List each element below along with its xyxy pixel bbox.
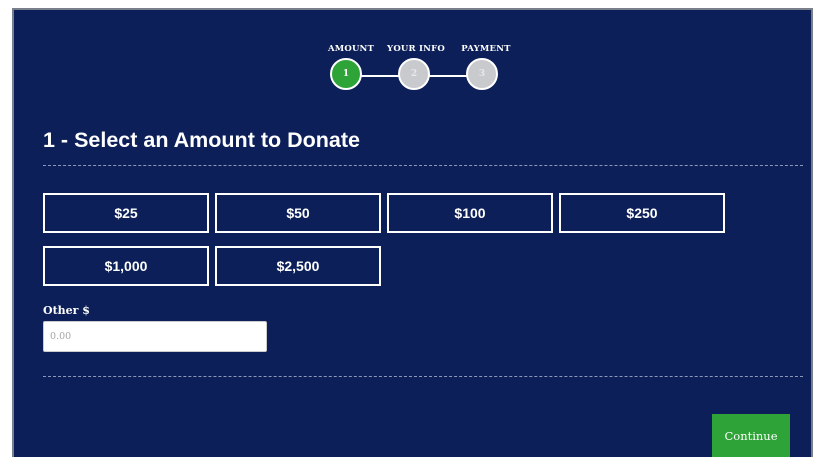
amount-button-50[interactable]: $50 xyxy=(215,193,381,233)
other-amount-input[interactable] xyxy=(43,321,267,352)
continue-button[interactable]: Continue xyxy=(712,414,790,457)
amount-button-2500[interactable]: $2,500 xyxy=(215,246,381,286)
step-circle-payment: 3 xyxy=(466,58,498,90)
step-label-amount: AMOUNT xyxy=(327,44,375,54)
amount-button-250[interactable]: $250 xyxy=(559,193,725,233)
step-label-payment: PAYMENT xyxy=(461,44,511,54)
section-title: 1 - Select an Amount to Donate xyxy=(43,128,360,152)
progress-steps: AMOUNT YOUR INFO PAYMENT 1 2 3 xyxy=(14,44,811,104)
other-amount-label: Other $ xyxy=(43,304,90,317)
step-circle-amount: 1 xyxy=(330,58,362,90)
top-divider xyxy=(43,165,803,166)
amount-button-1000[interactable]: $1,000 xyxy=(43,246,209,286)
amount-button-100[interactable]: $100 xyxy=(387,193,553,233)
donation-form: AMOUNT YOUR INFO PAYMENT 1 2 3 1 - Selec… xyxy=(12,8,813,457)
amount-button-25[interactable]: $25 xyxy=(43,193,209,233)
step-label-your-info: YOUR INFO xyxy=(387,44,445,54)
bottom-divider xyxy=(43,376,803,377)
step-circle-your-info: 2 xyxy=(398,58,430,90)
